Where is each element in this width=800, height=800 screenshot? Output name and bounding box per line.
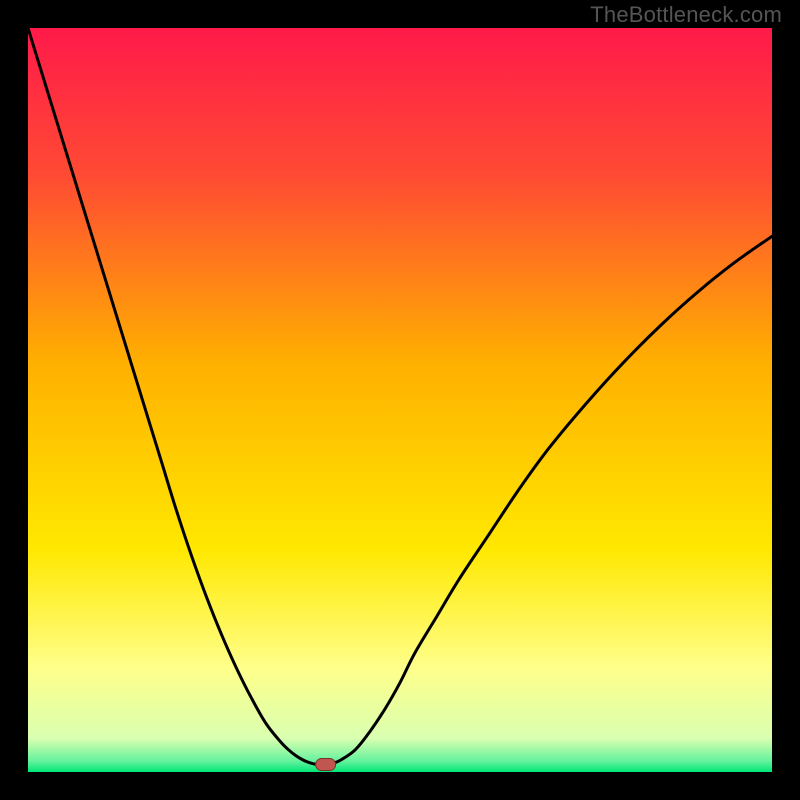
chart-frame: TheBottleneck.com [0,0,800,800]
gradient-background [28,28,772,772]
plot-area [28,28,772,772]
watermark-text: TheBottleneck.com [590,2,782,28]
optimum-marker [316,759,336,771]
chart-svg [28,28,772,772]
